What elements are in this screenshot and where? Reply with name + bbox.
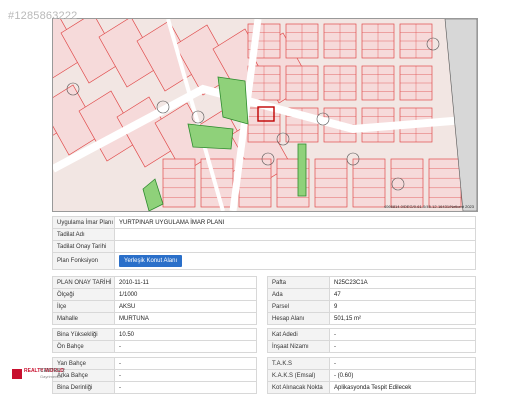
plan-value: YURTPINAR UYGULAMA İMAR PLANI (114, 216, 476, 229)
info-label: Parsel (267, 300, 330, 313)
plan-value (114, 228, 476, 241)
info-row: PLAN ONAY TARİHİ 2010-11-11 (52, 276, 257, 289)
info-row: Bina Derinliği - (52, 381, 257, 394)
info-label: İnşaat Nizamı (267, 340, 330, 353)
info-value: AKSU (114, 300, 257, 313)
info-label: Ölçeği (52, 288, 115, 301)
left-info-table-2: Bina Yüksekliği 10.50 Ön Bahçe - (52, 328, 257, 353)
plan-table: Uygulama İmar Planı YURTPINAR UYGULAMA İ… (52, 216, 476, 270)
info-row: Kat Adedi - (267, 328, 476, 341)
plan-label: Tadilat Onay Tarihi (52, 240, 115, 253)
plan-function-button[interactable]: Yerleşik Konut Alanı (119, 255, 183, 267)
info-label: Bina Yüksekliği (52, 328, 115, 341)
info-value: MURTUNA (114, 312, 257, 325)
plan-row-tadilat-onay: Tadilat Onay Tarihi (52, 240, 476, 253)
plan-label: Tadilat Adı (52, 228, 115, 241)
info-label: Ada (267, 288, 330, 301)
info-value: - (114, 357, 257, 370)
info-label: Kot Alınacak Nokta (267, 381, 330, 394)
zoning-plan-map[interactable]: 4066814.0/DEG/0-61-0/45-12-16431/Netkent… (52, 18, 478, 212)
info-row: Ön Bahçe - (52, 340, 257, 353)
info-label: K.A.K.S (Emsal) (267, 369, 330, 382)
info-value: - (114, 340, 257, 353)
info-label: İlçe (52, 300, 115, 313)
parcel-block (162, 158, 196, 208)
info-value: - (114, 381, 257, 394)
right-info-table-2: Kat Adedi - İnşaat Nizamı - (267, 328, 476, 353)
info-value: - (329, 340, 476, 353)
left-info-table-1: PLAN ONAY TARİHİ 2010-11-11 Ölçeği 1/1000 … (52, 276, 257, 325)
parcel-block (352, 158, 386, 208)
map-coordinate-caption: 4066814.0/DEG/0-61-0/45-12-16431/Netkent… (383, 204, 474, 209)
parcel-block (390, 158, 424, 208)
info-label: Kat Adedi (267, 328, 330, 341)
info-value: Aplikasyonda Tespit Edilecek (329, 381, 476, 394)
plan-label: Plan Fonksiyon (52, 252, 115, 270)
info-value: N25C23C1A (329, 276, 476, 289)
plan-value (114, 240, 476, 253)
info-row: İnşaat Nizamı - (267, 340, 476, 353)
info-row: Ölçeği 1/1000 (52, 288, 257, 301)
info-value: 47 (329, 288, 476, 301)
info-value: 1/1000 (114, 288, 257, 301)
info-value: - (0.60) (329, 369, 476, 382)
right-info-table-3: T.A.K.S - K.A.K.S (Emsal) - (0.60) Kot Alı… (267, 357, 476, 394)
info-row: Parsel 9 (267, 300, 476, 313)
info-label: Bina Derinliği (52, 381, 115, 394)
info-label: Hesap Alanı (267, 312, 330, 325)
plan-row-fonksiyon: Plan Fonksiyon Yerleşik Konut Alanı (52, 252, 476, 270)
plan-row-uygulama: Uygulama İmar Planı YURTPINAR UYGULAMA İ… (52, 216, 476, 229)
plan-label: Uygulama İmar Planı (52, 216, 115, 229)
parcel-block (428, 158, 462, 208)
info-value: 9 (329, 300, 476, 313)
info-value: 10.50 (114, 328, 257, 341)
parcel-block (314, 158, 348, 208)
info-value: - (114, 369, 257, 382)
right-info-table-1: Pafta N25C23C1A Ada 47 Parsel 9 Hesap Alanı… (267, 276, 476, 325)
parcel-block (238, 158, 272, 208)
info-row: Bina Yüksekliği 10.50 (52, 328, 257, 341)
listing-id-watermark: #1285863222 (8, 10, 78, 22)
info-label: Ön Bahçe (52, 340, 115, 353)
info-row: Hesap Alanı 501,15 m² (267, 312, 476, 325)
info-row: Ada 47 (267, 288, 476, 301)
info-row: T.A.K.S - (267, 357, 476, 370)
info-label: Mahalle (52, 312, 115, 325)
info-row: Pafta N25C23C1A (267, 276, 476, 289)
info-value: 2010-11-11 (114, 276, 257, 289)
info-value: - (329, 357, 476, 370)
logo-tag-text: Gayrimenkul (40, 374, 63, 379)
info-row: İlçe AKSU (52, 300, 257, 313)
zoning-map-drawing (53, 19, 477, 211)
park-strip (297, 143, 307, 197)
info-label: T.A.K.S (267, 357, 330, 370)
plan-value: Yerleşik Konut Alanı (114, 252, 476, 270)
info-value: - (329, 328, 476, 341)
info-row: Kot Alınacak Nokta Aplikasyonda Tespit Ed… (267, 381, 476, 394)
realty-world-logo: REALTY WORLD CENTER 2 Gayrimenkul (12, 368, 90, 380)
info-label: PLAN ONAY TARİHİ (52, 276, 115, 289)
info-value: 501,15 m² (329, 312, 476, 325)
realty-world-logo-mark (12, 369, 22, 379)
info-row: K.A.K.S (Emsal) - (0.60) (267, 369, 476, 382)
info-row: Mahalle MURTUNA (52, 312, 257, 325)
info-label: Pafta (267, 276, 330, 289)
plan-row-tadilat-adi: Tadilat Adı (52, 228, 476, 241)
